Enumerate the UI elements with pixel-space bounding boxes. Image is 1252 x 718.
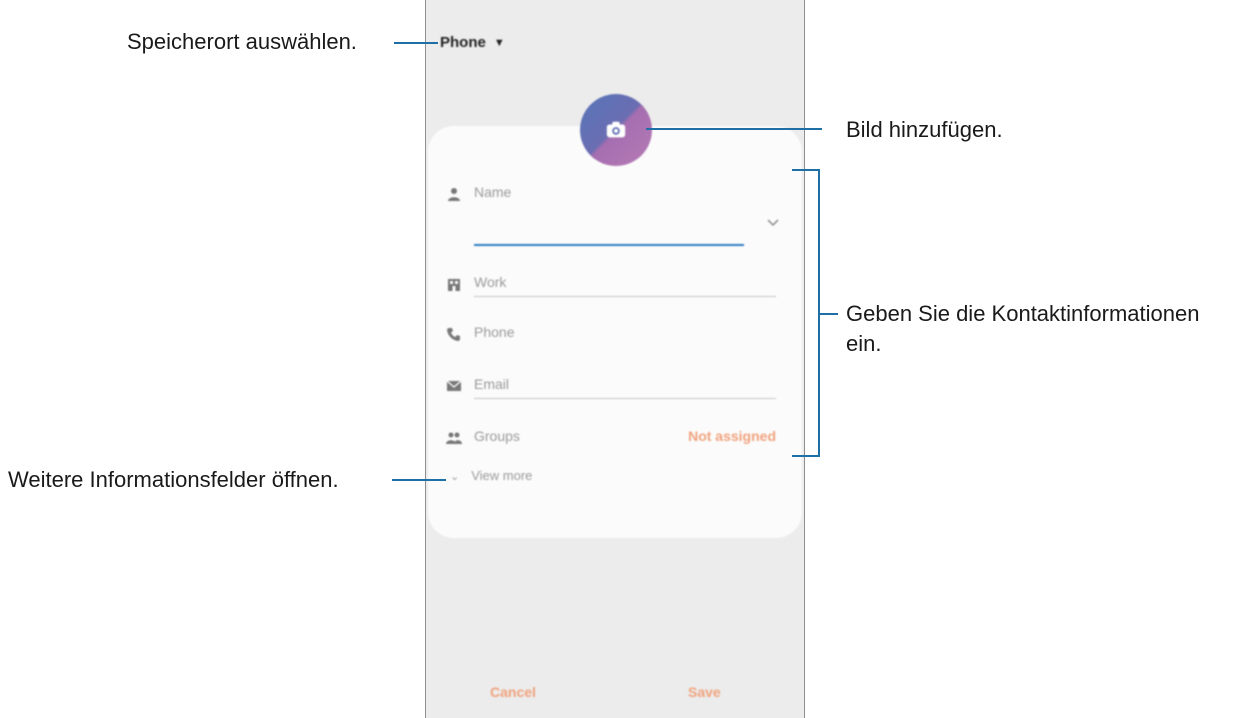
groups-value[interactable]: Not assigned [688,428,776,444]
view-more-label: View more [471,468,533,483]
building-icon [448,279,460,291]
groups-label: Groups [474,428,520,444]
camera-icon [606,121,626,138]
group-icon [446,432,462,444]
chevron-down-icon: ⌄ [450,471,460,483]
cancel-button[interactable]: Cancel [490,684,536,700]
more-fields-leader-line [392,479,446,481]
contact-info-callout-line2: ein. [846,331,882,356]
name-underline [474,244,744,246]
bottom-action-bar: Cancel Save [426,680,804,710]
storage-label: Phone [440,34,486,51]
storage-leader-line [394,42,438,44]
phone-field[interactable]: Phone [446,322,784,348]
picture-callout: Bild hinzufügen. [846,117,1003,142]
picture-leader-line [646,128,822,130]
more-fields-callout: Weitere Informationsfelder öffnen. [8,467,339,492]
add-picture-button[interactable] [580,94,652,166]
contact-info-callout-line1: Geben Sie die Kontaktinformationen [846,301,1200,326]
person-icon [448,188,460,201]
email-field[interactable]: Email [446,374,784,400]
phone-screen: Phone ▼ Name Work Phone Email Groups Not… [425,0,805,718]
mail-icon [446,380,462,391]
contact-info-leader-line [820,313,838,315]
phone-placeholder: Phone [474,324,515,340]
bracket-bottom [792,455,820,457]
view-more-button[interactable]: ⌄ View more [450,468,532,483]
storage-selector[interactable]: Phone ▼ [440,34,505,51]
phone-icon [447,328,460,341]
storage-callout: Speicherort auswählen. [127,29,357,54]
groups-field[interactable]: Groups Not assigned [446,426,784,452]
email-placeholder: Email [474,376,510,392]
chevron-down-icon[interactable] [766,218,780,228]
name-field[interactable]: Name [446,182,784,208]
work-underline [474,296,776,297]
name-placeholder: Name [474,184,512,200]
bracket-top [792,169,820,171]
work-placeholder: Work [474,274,507,290]
work-field[interactable]: Work [446,272,784,298]
save-button[interactable]: Save [688,684,721,700]
email-underline [474,398,776,399]
dropdown-caret-icon: ▼ [493,37,505,49]
